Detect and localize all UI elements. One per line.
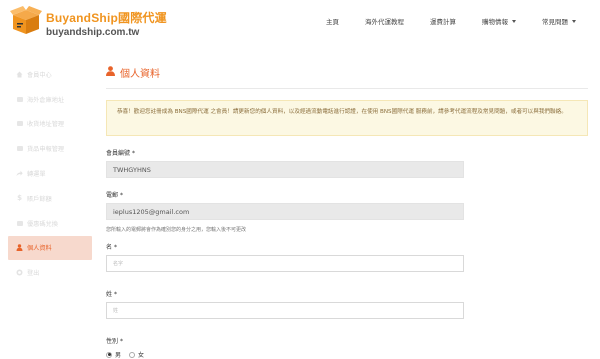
required-mark: *	[119, 192, 123, 199]
gender-label-text: 性別	[106, 338, 119, 345]
user-icon	[106, 65, 115, 79]
gender-female-radio[interactable]	[129, 351, 136, 358]
sidebar-item-address-management[interactable]: 收貨地址管理	[8, 112, 92, 137]
email-field: ieplus1205@gmail.com	[106, 203, 464, 220]
sidebar-item-warehouse-address[interactable]: 海外倉庫地址	[8, 87, 92, 112]
folder-icon	[16, 145, 23, 152]
home-icon	[16, 71, 23, 78]
share-icon	[16, 170, 23, 177]
user-icon	[16, 244, 23, 252]
nav-label: 運費計算	[430, 18, 456, 26]
last-name-label: 姓 *	[106, 289, 588, 298]
sidebar-item-logout[interactable]: 登出	[8, 260, 92, 285]
nav-label: 主頁	[326, 18, 339, 26]
member-id-value: TWHGYHNS	[113, 165, 151, 174]
first-name-label: 名 *	[106, 242, 588, 251]
warehouse-icon	[16, 96, 23, 103]
email-help-text: 您所輸入的電郵將會作為確別您的身分之用，您輸入後不可更改	[106, 227, 247, 233]
nav-label: 常見問題	[542, 18, 568, 26]
sidebar-item-label: 貨品申報管理	[27, 146, 65, 154]
last-name-label-text: 姓	[106, 291, 113, 298]
required-mark: *	[131, 150, 135, 157]
main-content: 個人資料 恭喜！歡迎您註冊成為 BNS國際代運 之會員！請更新您的個人資料，以及…	[106, 62, 588, 359]
gender-radio-group: 男 女	[106, 350, 588, 359]
email-label: 電郵 *	[106, 190, 588, 199]
required-mark: *	[113, 291, 117, 298]
brand-domain: buyandship.com.tw	[46, 27, 140, 38]
sidebar-item-profile[interactable]: 個人資料	[8, 235, 92, 261]
page-title-text: 個人資料	[120, 68, 160, 80]
nav-item-faq[interactable]: 常見問題	[542, 16, 576, 26]
sidebar-item-label: 會員中心	[27, 71, 52, 79]
nav-item-shipping-calculator[interactable]: 運費計算	[430, 16, 456, 26]
last-name-placeholder: 姓	[113, 308, 119, 314]
sidebar-item-member-center[interactable]: 會員中心	[8, 62, 92, 87]
required-mark: *	[113, 244, 117, 251]
sidebar-item-label: 個人資料	[27, 245, 52, 253]
sidebar-item-label: 賬戶餘額	[27, 195, 52, 203]
gender-label: 性別 *	[106, 336, 588, 345]
caret-down-icon	[512, 19, 516, 23]
email-label-text: 電郵	[106, 192, 119, 199]
required-mark: *	[119, 338, 123, 345]
gender-male-radio[interactable]	[106, 351, 112, 358]
welcome-notice: 恭喜！歡迎您註冊成為 BNS國際代運 之會員！請更新您的個人資料，以及經過流動電…	[106, 100, 588, 136]
sidebar-item-label: 收貨地址管理	[27, 121, 65, 129]
gender-female-label[interactable]: 女	[138, 350, 144, 359]
sidebar-item-label: 優惠碼兌換	[27, 220, 58, 228]
address-book-icon	[16, 120, 23, 127]
nav-label: 購物情報	[482, 18, 508, 26]
nav-label: 海外代運教程	[365, 18, 404, 26]
first-name-placeholder: 名字	[113, 261, 124, 267]
sidebar-item-declaration[interactable]: 貨品申報管理	[8, 136, 92, 161]
last-name-input[interactable]: 姓	[106, 302, 464, 319]
sidebar-item-balance[interactable]: $ 賬戶餘額	[8, 186, 92, 211]
sidebar-item-label: 登出	[27, 270, 40, 278]
sidebar-item-transship-order[interactable]: 轉運單	[8, 161, 92, 186]
page-title: 個人資料	[106, 62, 588, 82]
first-name-label-text: 名	[106, 244, 113, 251]
member-id-label: 會員編號 *	[106, 148, 588, 157]
gender-male-label[interactable]: 男	[115, 350, 121, 359]
shipping-box-logo-icon[interactable]	[10, 6, 42, 36]
nav-item-shopping-info[interactable]: 購物情報	[482, 16, 516, 26]
site-header: BuyandShip國際代運 buyandship.com.tw 主頁 海外代運…	[0, 0, 600, 42]
nav-item-home[interactable]: 主頁	[326, 16, 339, 26]
brand-name: BuyandShip國際代運	[46, 11, 167, 25]
gift-icon	[16, 220, 23, 227]
sidebar-item-coupon[interactable]: 優惠碼兌換	[8, 211, 92, 236]
divider	[106, 88, 588, 89]
sidebar-item-label: 海外倉庫地址	[27, 96, 65, 104]
member-id-field: TWHGYHNS	[106, 161, 464, 178]
nav-item-tutorial[interactable]: 海外代運教程	[365, 16, 404, 26]
logout-icon	[16, 269, 23, 276]
dollar-icon: $	[17, 194, 22, 203]
caret-down-icon	[572, 19, 576, 23]
email-value: ieplus1205@gmail.com	[113, 207, 190, 216]
sidebar: 會員中心 海外倉庫地址 收貨地址管理 貨品申報管理 轉運單 $ 賬戶餘額 優惠碼…	[8, 62, 92, 285]
top-nav: 主頁 海外代運教程 運費計算 購物情報 常見問題	[300, 16, 576, 26]
member-id-label-text: 會員編號	[106, 150, 131, 157]
first-name-input[interactable]: 名字	[106, 255, 464, 272]
brand-logo[interactable]: BuyandShip國際代運 buyandship.com.tw	[46, 9, 167, 38]
sidebar-item-label: 轉運單	[27, 171, 46, 179]
